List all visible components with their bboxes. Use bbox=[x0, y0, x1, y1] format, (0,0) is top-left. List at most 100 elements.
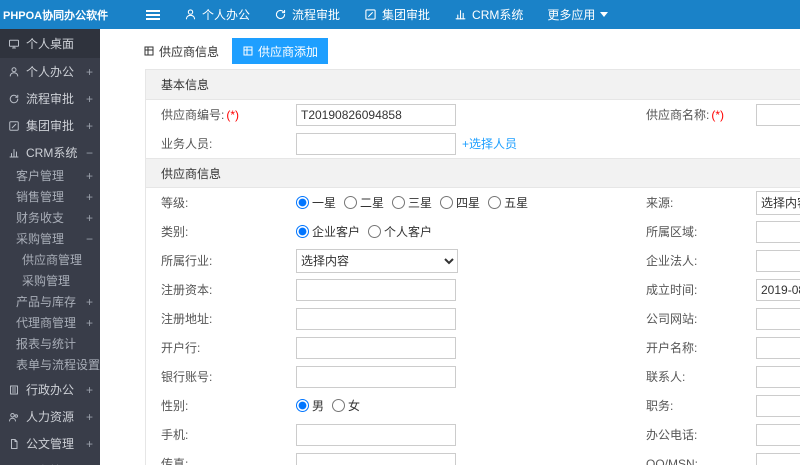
sidebar-item-label: 报表与统计 bbox=[16, 337, 77, 351]
sidebar-item-agent-mgmt[interactable]: 代理商管理 + bbox=[0, 313, 100, 334]
source-select[interactable]: 选择内容 bbox=[756, 190, 800, 215]
expand-toggle[interactable]: + bbox=[86, 313, 93, 334]
sidebar-item-crm-system[interactable]: CRM系统 − bbox=[0, 139, 100, 166]
level-radio[interactable] bbox=[344, 196, 358, 209]
field-label: 职务: bbox=[646, 397, 756, 414]
expand-toggle[interactable]: + bbox=[86, 119, 93, 133]
sidebar-item-label: 采购管理 bbox=[16, 232, 65, 246]
tab-supplier-info[interactable]: 供应商信息 bbox=[133, 38, 229, 64]
region-input[interactable] bbox=[756, 220, 800, 243]
sidebar-item-customer-mgmt[interactable]: 客户管理 + bbox=[0, 166, 100, 187]
expand-toggle[interactable]: + bbox=[86, 166, 93, 187]
field-label: 手机: bbox=[161, 426, 296, 443]
form-row: 性别: 男 女 职务: bbox=[146, 391, 800, 420]
sidebar-item-personal-desktop[interactable]: 个人桌面 bbox=[0, 29, 100, 58]
category-radio[interactable] bbox=[368, 225, 382, 238]
bank-input[interactable] bbox=[296, 336, 456, 359]
level-radio[interactable] bbox=[440, 196, 454, 209]
expand-toggle[interactable]: + bbox=[86, 187, 93, 208]
gender-radio-group: 男 女 bbox=[296, 397, 646, 414]
sidebar-item-finance[interactable]: 财务收支 + bbox=[0, 208, 100, 229]
collapse-toggle[interactable]: − bbox=[86, 146, 93, 160]
category-radio[interactable] bbox=[296, 225, 309, 238]
sidebar-item-purchasing[interactable]: 采购管理 bbox=[0, 271, 100, 292]
radio-option[interactable]: 个人客户 bbox=[368, 223, 432, 240]
choose-person-link[interactable]: +选择人员 bbox=[462, 135, 517, 152]
reg-address-input[interactable] bbox=[296, 307, 456, 330]
sidebar-item-purchase-mgmt[interactable]: 采购管理 − bbox=[0, 229, 100, 250]
sidebar-item-process-approval[interactable]: 流程审批 + bbox=[0, 85, 100, 112]
radio-option[interactable]: 男 bbox=[296, 397, 324, 414]
sidebar-item-group-approval[interactable]: 集团审批 + bbox=[0, 112, 100, 139]
sidebar-item-admin-office[interactable]: 行政办公 + bbox=[0, 376, 100, 403]
qq-msn-input[interactable] bbox=[756, 452, 800, 465]
gender-radio[interactable] bbox=[296, 399, 309, 412]
level-radio[interactable] bbox=[392, 196, 406, 209]
nav-label: 流程审批 bbox=[292, 8, 341, 22]
sidebar-item-reports[interactable]: 报表与统计 bbox=[0, 334, 100, 355]
sidebar-item-form-flow-settings[interactable]: 表单与流程设置 + bbox=[0, 355, 100, 376]
expand-toggle[interactable]: + bbox=[86, 65, 93, 79]
capital-input[interactable] bbox=[296, 278, 456, 301]
radio-option[interactable]: 一星 bbox=[296, 194, 336, 211]
expand-toggle[interactable]: + bbox=[86, 92, 93, 106]
radio-option[interactable]: 二星 bbox=[344, 194, 384, 211]
office-phone-input[interactable] bbox=[756, 423, 800, 446]
nav-more-apps[interactable]: 更多应用 bbox=[535, 0, 620, 29]
sidebar-item-personal-office[interactable]: 个人办公 + bbox=[0, 58, 100, 85]
level-radio[interactable] bbox=[488, 196, 502, 209]
account-name-input[interactable] bbox=[756, 336, 800, 359]
contact-input[interactable] bbox=[756, 365, 800, 388]
expand-toggle[interactable]: + bbox=[86, 208, 93, 229]
form-row: 业务人员: +选择人员 bbox=[146, 129, 800, 158]
mobile-input[interactable] bbox=[296, 423, 456, 446]
flow-icon bbox=[8, 93, 22, 105]
sidebar-item-supplier-mgmt[interactable]: 供应商管理 bbox=[0, 250, 100, 271]
field-label: 企业法人: bbox=[646, 252, 756, 269]
field-label: 供应商名称: (*) bbox=[646, 106, 756, 123]
expand-toggle[interactable]: + bbox=[86, 410, 93, 424]
fax-input[interactable] bbox=[296, 452, 456, 465]
collapse-toggle[interactable]: − bbox=[86, 229, 93, 250]
label-text: 公司网站: bbox=[646, 312, 698, 326]
sales-person-input[interactable] bbox=[296, 132, 456, 155]
label-text: 所属行业: bbox=[161, 254, 213, 268]
position-input[interactable] bbox=[756, 394, 800, 417]
bank-account-input[interactable] bbox=[296, 365, 456, 388]
sidebar-item-vehicle-mgmt[interactable]: 用车管理 + bbox=[0, 457, 100, 465]
sidebar-item-hr[interactable]: 人力资源 + bbox=[0, 403, 100, 430]
sidebar-item-label: 公文管理 bbox=[26, 437, 75, 451]
nav-process-approval[interactable]: 流程审批 bbox=[262, 0, 352, 29]
caret-down-icon bbox=[600, 12, 609, 17]
website-input[interactable] bbox=[756, 307, 800, 330]
top-nav: 个人办公 流程审批 集团审批 CRM系统 更多应用 bbox=[172, 0, 620, 29]
radio-option[interactable]: 企业客户 bbox=[296, 223, 360, 240]
sidebar-item-sales-mgmt[interactable]: 销售管理 + bbox=[0, 187, 100, 208]
industry-select[interactable]: 选择内容 bbox=[296, 248, 458, 273]
nav-crm-system[interactable]: CRM系统 bbox=[442, 0, 535, 29]
expand-toggle[interactable]: + bbox=[86, 383, 93, 397]
label-text: 传真: bbox=[161, 457, 189, 465]
legal-person-input[interactable] bbox=[756, 249, 800, 272]
radio-option[interactable]: 四星 bbox=[440, 194, 480, 211]
gender-radio[interactable] bbox=[332, 399, 346, 412]
radio-option[interactable]: 女 bbox=[332, 397, 360, 414]
field-label: 开户行: bbox=[161, 339, 296, 356]
supplier-no-input[interactable] bbox=[296, 103, 456, 126]
sidebar-item-product-inventory[interactable]: 产品与库存 + bbox=[0, 292, 100, 313]
label-text: 来源: bbox=[646, 196, 674, 210]
label-text: 性别: bbox=[161, 399, 189, 413]
sidebar-item-document-mgmt[interactable]: 公文管理 + bbox=[0, 430, 100, 457]
tab-supplier-add[interactable]: 供应商添加 bbox=[232, 38, 329, 64]
radio-option[interactable]: 五星 bbox=[488, 194, 528, 211]
nav-group-approval[interactable]: 集团审批 bbox=[352, 0, 442, 29]
form-row: 注册资本: 成立时间: bbox=[146, 275, 800, 304]
nav-personal-office[interactable]: 个人办公 bbox=[172, 0, 262, 29]
expand-toggle[interactable]: + bbox=[86, 292, 93, 313]
hamburger-menu-icon[interactable] bbox=[146, 0, 162, 29]
expand-toggle[interactable]: + bbox=[86, 437, 93, 451]
established-date-input[interactable] bbox=[756, 278, 800, 301]
level-radio[interactable] bbox=[296, 196, 309, 209]
supplier-name-input[interactable] bbox=[756, 103, 800, 126]
radio-option[interactable]: 三星 bbox=[392, 194, 432, 211]
